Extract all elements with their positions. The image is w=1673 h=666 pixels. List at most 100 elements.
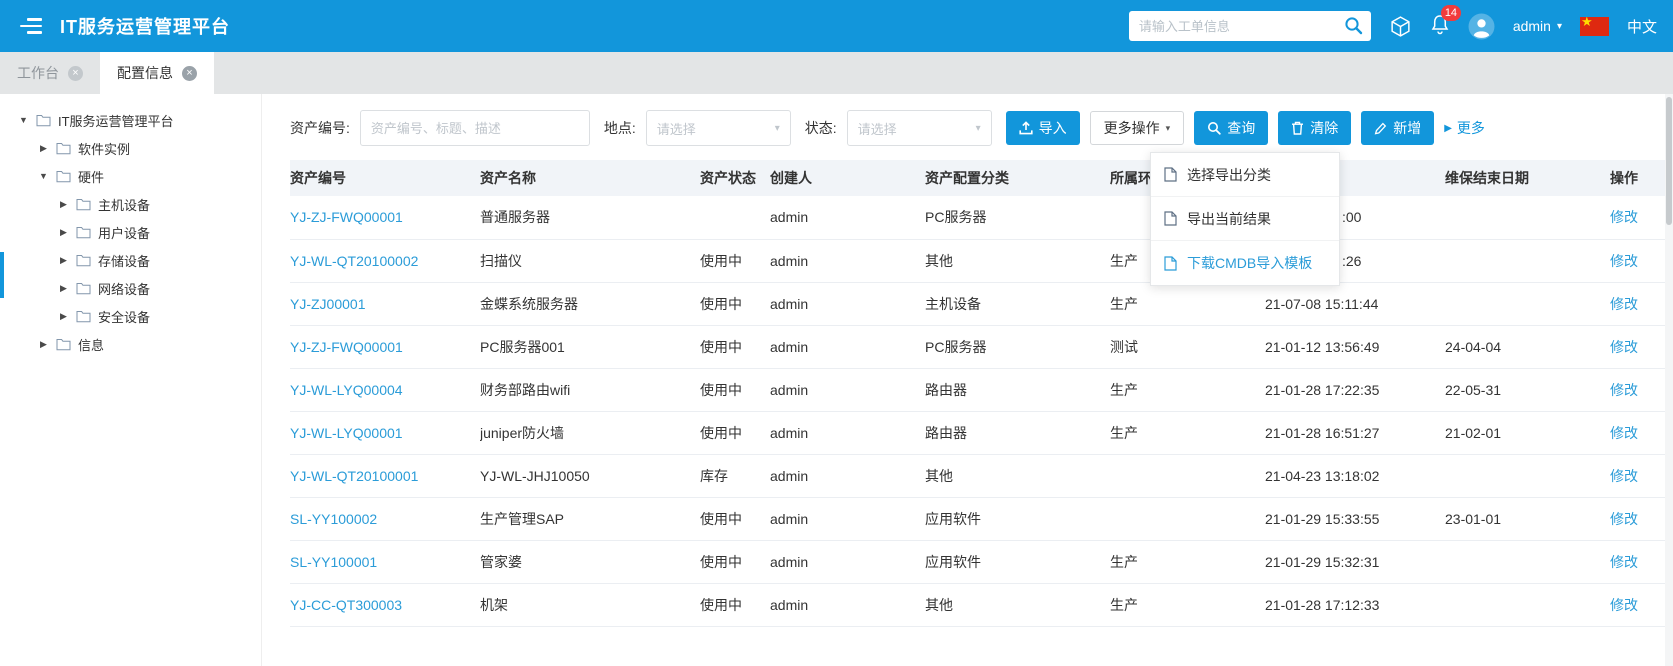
tree-item-network-device[interactable]: ▶ 网络设备 bbox=[0, 274, 261, 302]
tree-item-label: 存储设备 bbox=[98, 253, 151, 269]
language-switch[interactable]: 中文 bbox=[1627, 16, 1657, 37]
asset-no-cell: YJ-CC-QT300003 bbox=[290, 583, 480, 627]
more-columns-link[interactable]: ▶ 更多 bbox=[1444, 118, 1485, 138]
status-select[interactable]: 请选择 ▾ bbox=[846, 110, 992, 146]
folder-icon bbox=[76, 198, 91, 211]
asset-no-link[interactable]: YJ-ZJ-FWQ00001 bbox=[290, 209, 403, 225]
asset-no-link[interactable]: SL-YY100002 bbox=[290, 511, 377, 527]
tree-item-user-device[interactable]: ▶ 用户设备 bbox=[0, 218, 261, 246]
col-actions: 操作 bbox=[1610, 160, 1665, 196]
chevron-right-icon[interactable]: ▶ bbox=[38, 339, 49, 350]
chevron-down-icon[interactable]: ▼ bbox=[38, 171, 49, 181]
close-icon[interactable]: × bbox=[182, 65, 197, 81]
environment-cell: 生产 bbox=[1110, 540, 1265, 584]
menu-item-download-cmdb-template[interactable]: 下载CMDB导入模板 bbox=[1151, 241, 1339, 285]
edit-link[interactable]: 修改 bbox=[1610, 253, 1638, 269]
query-button[interactable]: 查询 bbox=[1194, 111, 1269, 145]
creator-cell: admin bbox=[770, 411, 925, 455]
ticket-search-input[interactable] bbox=[1138, 18, 1337, 34]
menu-item-label: 导出当前结果 bbox=[1187, 210, 1271, 227]
chevron-right-icon[interactable]: ▶ bbox=[58, 199, 69, 210]
asset-no-link[interactable]: YJ-CC-QT300003 bbox=[290, 597, 402, 613]
chevron-down-icon[interactable]: ▼ bbox=[18, 115, 29, 125]
asset-no-link[interactable]: YJ-WL-LYQ00001 bbox=[290, 425, 403, 441]
edit-link[interactable]: 修改 bbox=[1610, 382, 1638, 398]
creator-cell: admin bbox=[770, 454, 925, 498]
tree-item-root[interactable]: ▼ IT服务运营管理平台 bbox=[0, 106, 261, 134]
edit-link[interactable]: 修改 bbox=[1610, 339, 1638, 355]
add-button[interactable]: 新增 bbox=[1361, 111, 1435, 145]
scrollbar-thumb[interactable] bbox=[1666, 97, 1672, 225]
search-icon[interactable] bbox=[1344, 16, 1363, 38]
tree-item-information[interactable]: ▶ 信息 bbox=[0, 330, 261, 358]
menu-item-export-current-result[interactable]: 导出当前结果 bbox=[1151, 197, 1339, 241]
chevron-right-icon[interactable]: ▶ bbox=[38, 143, 49, 154]
avatar[interactable] bbox=[1468, 13, 1495, 40]
tree-item-storage-device[interactable]: ▶ 存储设备 bbox=[0, 246, 261, 274]
edit-link[interactable]: 修改 bbox=[1610, 554, 1638, 570]
warranty-end-cell: 23-01-01 bbox=[1445, 497, 1610, 541]
col-category: 资产配置分类 bbox=[925, 160, 1110, 196]
import-button[interactable]: 导入 bbox=[1005, 111, 1080, 145]
clear-button[interactable]: 清除 bbox=[1278, 111, 1352, 145]
edit-link[interactable]: 修改 bbox=[1610, 511, 1638, 527]
close-icon[interactable]: × bbox=[68, 65, 83, 81]
menu-toggle-icon[interactable] bbox=[18, 14, 44, 38]
asset-no-link[interactable]: YJ-ZJ00001 bbox=[290, 296, 365, 312]
col-warranty-end: 维保结束日期 bbox=[1445, 160, 1610, 196]
asset-no-link[interactable]: YJ-ZJ-FWQ00001 bbox=[290, 339, 403, 355]
tree-item-label: 主机设备 bbox=[98, 197, 151, 213]
table-row: YJ-CC-QT300003 机架 使用中 admin 其他 生产 21-01-… bbox=[290, 583, 1665, 627]
edit-link[interactable]: 修改 bbox=[1610, 468, 1638, 484]
tree-item-hardware[interactable]: ▼ 硬件 bbox=[0, 162, 261, 190]
document-icon bbox=[1164, 211, 1177, 226]
asset-no-link[interactable]: YJ-WL-LYQ00004 bbox=[290, 382, 403, 398]
asset-no-link[interactable]: YJ-WL-QT20100002 bbox=[290, 253, 418, 269]
tree-item-label: 硬件 bbox=[78, 169, 105, 185]
sidebar-indicator bbox=[0, 252, 4, 298]
edit-link[interactable]: 修改 bbox=[1610, 209, 1638, 225]
folder-icon bbox=[76, 254, 91, 267]
asset-no-filter-input[interactable] bbox=[359, 110, 590, 146]
app-title: IT服务运营管理平台 bbox=[60, 17, 230, 37]
tab-workbench[interactable]: 工作台 × bbox=[0, 52, 100, 94]
chevron-right-icon[interactable]: ▶ bbox=[58, 227, 69, 238]
tree-item-label: 网络设备 bbox=[98, 281, 151, 297]
asset-table-body: YJ-ZJ-FWQ00001 普通服务器 admin PC服务器 :00 修改 … bbox=[290, 196, 1665, 627]
folder-icon bbox=[56, 170, 71, 183]
category-cell: 其他 bbox=[925, 583, 1110, 627]
package-icon[interactable] bbox=[1389, 15, 1412, 38]
menu-item-select-export-category[interactable]: 选择导出分类 bbox=[1151, 153, 1339, 197]
chevron-right-icon[interactable]: ▶ bbox=[58, 311, 69, 322]
more-actions-dropdown: 选择导出分类 导出当前结果 下载CMDB导入模板 bbox=[1150, 152, 1340, 286]
chevron-right-icon[interactable]: ▶ bbox=[58, 255, 69, 266]
creator-cell: admin bbox=[770, 239, 925, 283]
location-select[interactable]: 请选择 ▾ bbox=[645, 110, 791, 146]
tab-config-info[interactable]: 配置信息 × bbox=[100, 52, 214, 94]
tree-item-host-device[interactable]: ▶ 主机设备 bbox=[0, 190, 261, 218]
edit-link[interactable]: 修改 bbox=[1610, 425, 1638, 441]
tree-item-label: 用户设备 bbox=[98, 225, 151, 241]
asset-no-link[interactable]: SL-YY100001 bbox=[290, 554, 377, 570]
asset-no-link[interactable]: YJ-WL-QT20100001 bbox=[290, 468, 418, 484]
edit-link[interactable]: 修改 bbox=[1610, 597, 1638, 613]
user-menu[interactable]: admin ▾ bbox=[1513, 18, 1562, 34]
username-label: admin bbox=[1512, 18, 1551, 34]
tree-item-security-device[interactable]: ▶ 安全设备 bbox=[0, 302, 261, 330]
tree-item-label: 安全设备 bbox=[98, 309, 151, 325]
asset-name-cell: PC服务器001 bbox=[480, 325, 700, 369]
table-row: YJ-WL-LYQ00004 财务部路由wifi 使用中 admin 路由器 生… bbox=[290, 368, 1665, 412]
category-cell: 路由器 bbox=[925, 368, 1110, 412]
asset-name-cell: juniper防火墙 bbox=[480, 411, 700, 455]
col-asset-no: 资产编号 bbox=[290, 160, 480, 196]
action-cell: 修改 bbox=[1610, 454, 1665, 498]
edit-link[interactable]: 修改 bbox=[1610, 296, 1638, 312]
asset-status-cell: 使用中 bbox=[700, 583, 770, 627]
asset-name-cell: YJ-WL-JHJ10050 bbox=[480, 454, 700, 498]
caret-down-icon: ▾ bbox=[1165, 122, 1171, 133]
warranty-end-cell bbox=[1445, 540, 1610, 584]
more-actions-button[interactable]: 更多操作 ▾ bbox=[1089, 111, 1185, 145]
notifications-bell[interactable]: 14 bbox=[1430, 4, 1462, 39]
chevron-right-icon[interactable]: ▶ bbox=[58, 283, 69, 294]
tree-item-software-instance[interactable]: ▶ 软件实例 bbox=[0, 134, 261, 162]
